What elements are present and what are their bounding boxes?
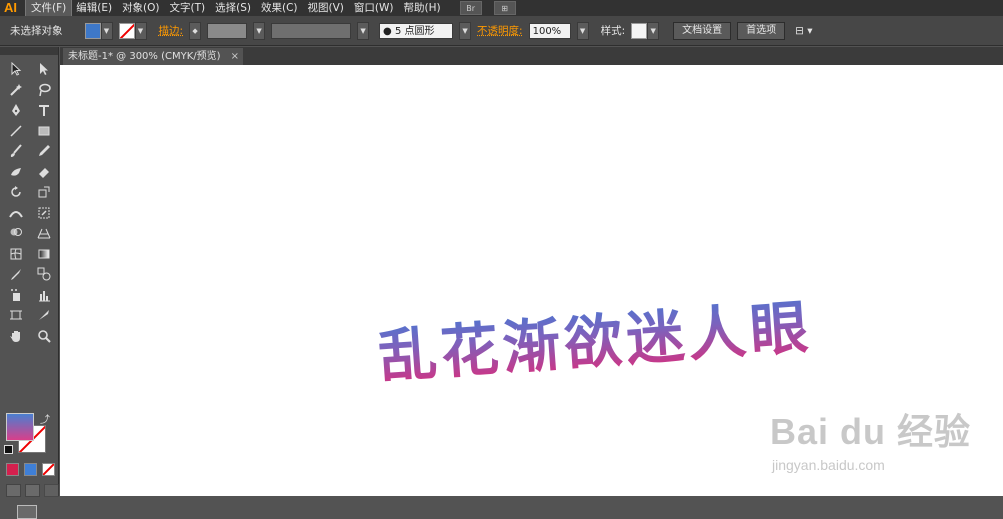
stroke-label[interactable]: 描边:	[159, 23, 184, 38]
width-tool-icon[interactable]	[6, 205, 26, 222]
document-setup-button[interactable]: 文档设置	[673, 21, 732, 40]
zoom-tool-icon[interactable]	[34, 328, 54, 345]
chevron-down-icon[interactable]: ▼	[253, 21, 266, 40]
menu-window[interactable]: 窗口(W)	[349, 0, 399, 16]
graphic-style-picker[interactable]: ▼	[631, 21, 660, 40]
direct-selection-tool-icon[interactable]	[34, 61, 54, 78]
menu-effect[interactable]: 效果(C)	[256, 0, 303, 16]
lasso-tool-icon[interactable]	[34, 82, 54, 99]
symbol-sprayer-tool-icon[interactable]	[6, 287, 26, 304]
chevron-down-icon[interactable]: ▼	[576, 21, 589, 40]
default-colors-icon[interactable]	[4, 445, 13, 454]
stroke-weight-field[interactable]	[207, 22, 248, 39]
opacity-label[interactable]: 不透明度:	[477, 23, 523, 38]
chevron-down-icon[interactable]: ▼	[459, 21, 472, 40]
menu-file[interactable]: 文件(F)	[24, 0, 73, 17]
stroke-color-picker[interactable]: ▼	[118, 21, 147, 40]
shape-builder-tool-icon[interactable]	[6, 225, 26, 242]
gradient-mode-icon[interactable]	[24, 463, 37, 476]
scale-tool-icon[interactable]	[34, 184, 54, 201]
style-swatch	[631, 22, 648, 39]
stroke-weight-stepper[interactable]: ◆	[189, 21, 202, 40]
blob-brush-tool-icon[interactable]	[6, 164, 26, 181]
arrange-documents-icon[interactable]: ⊟ ▾	[795, 25, 812, 37]
fill-swatch	[84, 22, 101, 39]
none-mode-icon[interactable]	[42, 463, 55, 476]
menu-view[interactable]: 视图(V)	[303, 0, 349, 16]
slice-tool-icon[interactable]	[34, 307, 54, 324]
pen-tool-icon[interactable]	[6, 102, 26, 119]
control-bar: 未选择对象 ▼ ▼ 描边: ◆ ▼ ▼ ● 5 点圆形 ▼ 不透明度: 100%…	[0, 16, 1003, 46]
document-tab-bar: 未标题-1* @ 300% (CMYK/预览) ×	[60, 47, 1003, 65]
chevron-down-icon[interactable]: ▼	[357, 21, 370, 40]
magic-wand-tool-icon[interactable]	[6, 82, 26, 99]
document-tab-title: 未标题-1* @ 300% (CMYK/预览)	[68, 51, 221, 62]
eyedropper-tool-icon[interactable]	[6, 266, 26, 283]
artboard-canvas[interactable]: 乱花渐欲迷人眼 Bai du 经验 jingyan.baidu.com	[60, 65, 1003, 496]
brush-definition-select[interactable]: ● 5 点圆形	[379, 22, 454, 39]
preferences-button[interactable]: 首选项	[737, 21, 786, 40]
chevron-down-icon: ▼	[100, 21, 113, 40]
draw-behind-icon[interactable]	[25, 484, 40, 497]
brush-value: 5 点圆形	[394, 25, 435, 37]
eraser-tool-icon[interactable]	[34, 164, 54, 181]
fill-swatch-large[interactable]	[6, 413, 34, 441]
free-transform-tool-icon[interactable]	[34, 205, 54, 222]
perspective-grid-tool-icon[interactable]	[34, 225, 54, 242]
draw-normal-icon[interactable]	[6, 484, 21, 497]
type-tool-icon[interactable]	[34, 102, 54, 119]
no-stroke-swatch	[118, 22, 135, 39]
close-icon[interactable]: ×	[231, 48, 239, 65]
column-graph-tool-icon[interactable]	[34, 287, 54, 304]
swap-fill-stroke-icon[interactable]: ⤴	[40, 411, 50, 426]
menu-type[interactable]: 文字(T)	[165, 0, 211, 16]
pencil-tool-icon[interactable]	[34, 143, 54, 160]
tools-panel: ⤴	[0, 47, 59, 519]
document-tab[interactable]: 未标题-1* @ 300% (CMYK/预览) ×	[63, 48, 243, 65]
watermark-url: jingyan.baidu.com	[772, 457, 885, 473]
rectangle-tool-icon[interactable]	[34, 123, 54, 140]
hand-tool-icon[interactable]	[6, 328, 26, 345]
fill-color-picker[interactable]: ▼	[84, 21, 113, 40]
menu-bar: AI 文件(F) 编辑(E) 对象(O) 文字(T) 选择(S) 效果(C) 视…	[0, 0, 1003, 17]
menu-object[interactable]: 对象(O)	[117, 0, 164, 16]
artboard-tool-icon[interactable]	[6, 307, 26, 324]
chevron-down-icon: ▼	[134, 21, 147, 40]
app-logo: AI	[4, 0, 17, 15]
line-segment-tool-icon[interactable]	[6, 123, 26, 140]
gradient-tool-icon[interactable]	[34, 246, 54, 263]
watermark: Bai du 经验 jingyan.baidu.com	[770, 403, 971, 473]
brush-dot-icon: ●	[383, 25, 395, 37]
selection-status: 未选择对象	[10, 25, 63, 37]
opacity-field[interactable]: 100%	[528, 22, 571, 39]
variable-width-profile[interactable]	[271, 22, 352, 39]
menu-edit[interactable]: 编辑(E)	[71, 0, 117, 16]
workspace-layout-icon[interactable]: ⊞	[493, 1, 516, 15]
paintbrush-tool-icon[interactable]	[6, 143, 26, 160]
selection-tool-icon[interactable]	[6, 61, 26, 78]
color-mode-icon[interactable]	[6, 463, 19, 476]
fill-stroke-widget[interactable]: ⤴	[4, 411, 54, 455]
chevron-down-icon: ▼	[647, 21, 660, 40]
watermark-logo: Bai du 经验	[770, 411, 972, 452]
rotate-tool-icon[interactable]	[6, 184, 26, 201]
bridge-icon[interactable]: Br	[459, 1, 482, 15]
menu-help[interactable]: 帮助(H)	[399, 0, 446, 16]
blend-tool-icon[interactable]	[34, 266, 54, 283]
mesh-tool-icon[interactable]	[6, 246, 26, 263]
style-label: 样式:	[600, 25, 626, 37]
screen-mode-icon[interactable]	[17, 505, 37, 519]
menu-select[interactable]: 选择(S)	[210, 0, 256, 16]
draw-inside-icon[interactable]	[44, 484, 59, 497]
panel-grip[interactable]	[0, 47, 58, 55]
artwork-text[interactable]: 乱花渐欲迷人眼	[376, 280, 815, 394]
